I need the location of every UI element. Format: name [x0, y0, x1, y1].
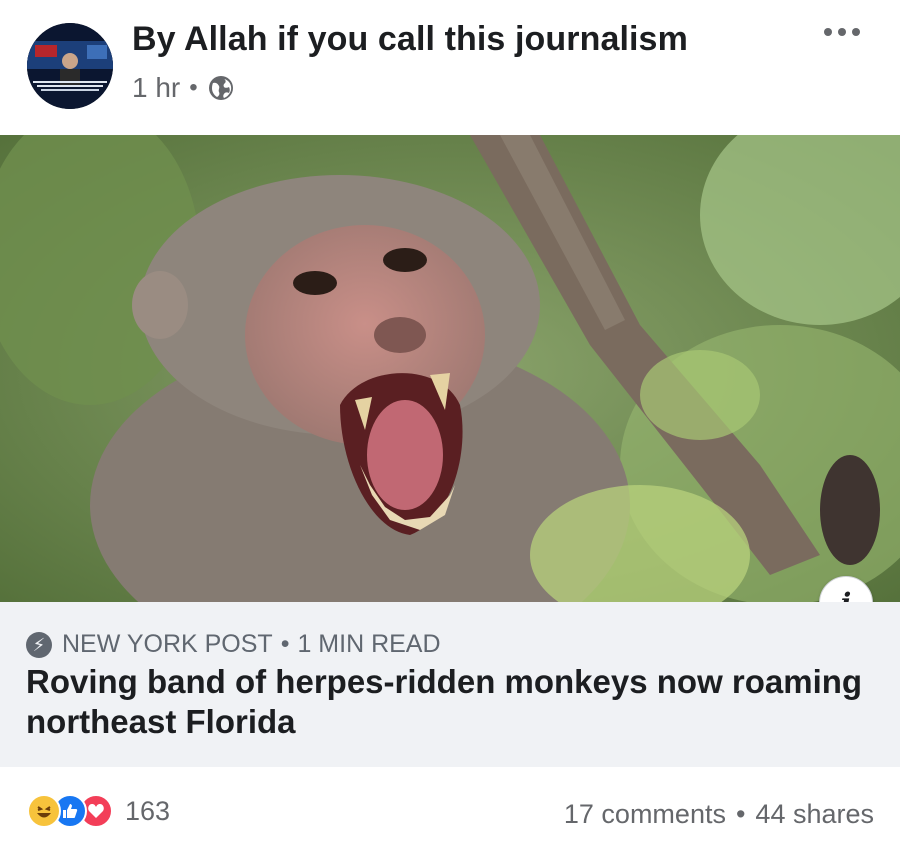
monkey-photo	[0, 135, 900, 602]
post-footer: 163 17 comments • 44 shares	[0, 767, 900, 855]
lightning-bolt-icon: ⚡	[26, 631, 52, 658]
shares-link[interactable]: 44 shares	[755, 799, 874, 830]
link-image[interactable]	[0, 135, 900, 602]
post-title[interactable]: By Allah if you call this journalism	[132, 20, 688, 59]
link-headline[interactable]: Roving band of herpes-ridden monkeys now…	[26, 662, 886, 742]
post-header: By Allah if you call this journalism 1 h…	[0, 0, 900, 135]
globe-icon	[208, 76, 233, 100]
page-avatar[interactable]	[27, 23, 113, 109]
comments-link[interactable]: 17 comments	[564, 799, 726, 830]
avatar-image	[27, 23, 113, 109]
link-preview[interactable]: ⚡ NEW YORK POST • 1 MIN READ Roving band…	[0, 602, 900, 767]
link-source-row: ⚡ NEW YORK POST • 1 MIN READ	[26, 630, 441, 659]
link-source: NEW YORK POST	[62, 630, 273, 658]
reaction-count: 163	[125, 795, 171, 826]
post-time[interactable]: 1 hr	[132, 72, 180, 104]
separator-dot: •	[735, 799, 746, 829]
separator-dot: •	[189, 74, 198, 101]
post-stats: 17 comments • 44 shares	[564, 799, 874, 830]
link-read-time: 1 MIN READ	[297, 630, 441, 658]
separator-dot: •	[280, 630, 290, 658]
more-options-icon[interactable]	[824, 28, 860, 36]
haha-icon	[27, 794, 61, 828]
reactions-summary[interactable]: 163	[27, 794, 170, 828]
post-meta: 1 hr •	[132, 72, 235, 104]
